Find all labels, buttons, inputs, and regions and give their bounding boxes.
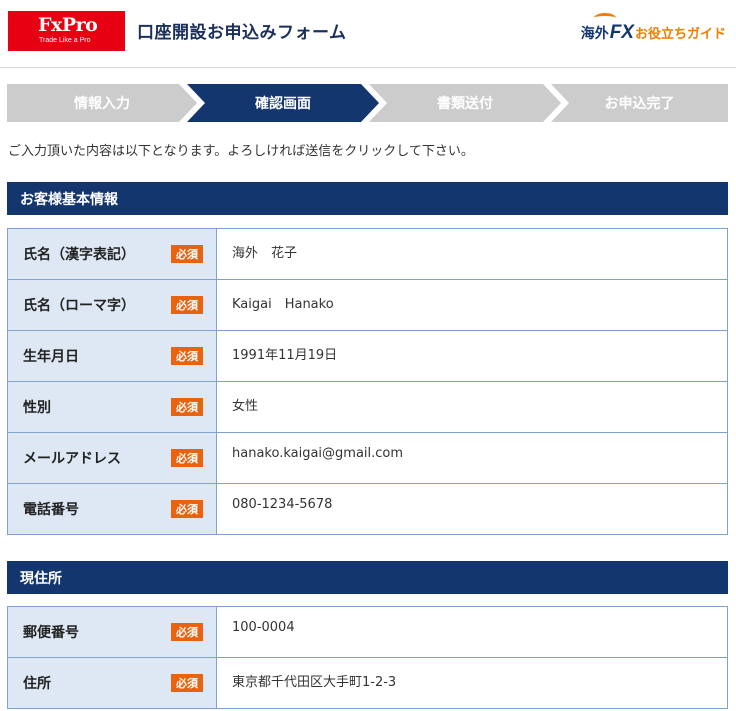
field-label: 生年月日 [23, 349, 79, 365]
table-row: 郵便番号 必須 100-0004 [7, 606, 728, 658]
table-row: 電話番号 必須 080-1234-5678 [7, 483, 728, 535]
field-label: 電話番号 [23, 502, 79, 518]
progress-steps: 情報入力 確認画面 書類送付 お申込完了 [7, 84, 728, 122]
row-label-cell: 性別 必須 [7, 381, 217, 433]
row-label-cell: メールアドレス 必須 [7, 432, 217, 484]
table-row: 生年月日 必須 1991年11月19日 [7, 330, 728, 382]
field-value: Kaigai Hanako [216, 279, 728, 331]
page-title: 口座開設お申込みフォーム [137, 23, 347, 43]
basic-info-table: 氏名（漢字表記） 必須 海外 花子 氏名（ローマ字） 必須 Kaigai Han… [7, 228, 728, 535]
required-badge: 必須 [171, 449, 203, 467]
section-title-basic-info: お客様基本情報 [7, 182, 728, 215]
step-label: 書類送付 [437, 96, 493, 112]
row-label-cell: 生年月日 必須 [7, 330, 217, 382]
row-label-cell: 電話番号 必須 [7, 483, 217, 535]
field-value: 1991年11月19日 [216, 330, 728, 382]
field-label: 郵便番号 [23, 625, 79, 641]
field-value: 080-1234-5678 [216, 483, 728, 535]
field-value: 東京都千代田区大手町1-2-3 [216, 657, 728, 709]
guide-logo-part1: 海外 [580, 26, 609, 42]
logo-text: FxPro [38, 14, 98, 36]
guide-logo-part2: FX [609, 22, 634, 43]
field-label: 性別 [23, 400, 51, 416]
field-value: hanako.kaigai@gmail.com [216, 432, 728, 484]
step-document-send: 書類送付 [369, 84, 561, 122]
table-row: 住所 必須 東京都千代田区大手町1-2-3 [7, 657, 728, 709]
guide-logo-part3: お役立ちガイド [634, 27, 726, 42]
table-row: 性別 必須 女性 [7, 381, 728, 433]
required-badge: 必須 [171, 623, 203, 641]
address-table: 郵便番号 必須 100-0004 住所 必須 東京都千代田区大手町1-2-3 [7, 606, 728, 709]
field-value: 100-0004 [216, 606, 728, 658]
fxpro-logo[interactable]: FxPro Trade Like a Pro [8, 11, 125, 51]
table-row: メールアドレス 必須 hanako.kaigai@gmail.com [7, 432, 728, 484]
step-info-input: 情報入力 [7, 84, 197, 122]
row-label-cell: 氏名（漢字表記） 必須 [7, 228, 217, 280]
row-label-cell: 氏名（ローマ字） 必須 [7, 279, 217, 331]
field-label: 氏名（漢字表記） [23, 247, 135, 263]
table-row: 氏名（漢字表記） 必須 海外 花子 [7, 228, 728, 280]
guide-logo[interactable]: 海外 FX お役立ちガイド [581, 22, 726, 44]
logo-tagline: Trade Like a Pro [39, 37, 91, 44]
required-badge: 必須 [171, 674, 203, 692]
required-badge: 必須 [171, 500, 203, 518]
page-header: FxPro Trade Like a Pro 口座開設お申込みフォーム 海外 F… [0, 0, 736, 68]
section-title-address: 現住所 [7, 561, 728, 594]
required-badge: 必須 [171, 245, 203, 263]
field-label: 住所 [23, 676, 51, 692]
field-label: 氏名（ローマ字） [23, 298, 135, 314]
row-label-cell: 郵便番号 必須 [7, 606, 217, 658]
step-confirm: 確認画面 [187, 84, 379, 122]
table-row: 氏名（ローマ字） 必須 Kaigai Hanako [7, 279, 728, 331]
required-badge: 必須 [171, 347, 203, 365]
required-badge: 必須 [171, 398, 203, 416]
step-label: 確認画面 [255, 96, 311, 112]
step-label: 情報入力 [74, 96, 130, 112]
step-complete: お申込完了 [551, 84, 728, 122]
step-label: お申込完了 [604, 96, 675, 112]
field-label: メールアドレス [23, 451, 121, 467]
field-value: 女性 [216, 381, 728, 433]
row-label-cell: 住所 必須 [7, 657, 217, 709]
field-value: 海外 花子 [216, 228, 728, 280]
required-badge: 必須 [171, 296, 203, 314]
intro-message: ご入力頂いた内容は以下となります。よろしければ送信をクリックして下さい。 [8, 144, 474, 159]
